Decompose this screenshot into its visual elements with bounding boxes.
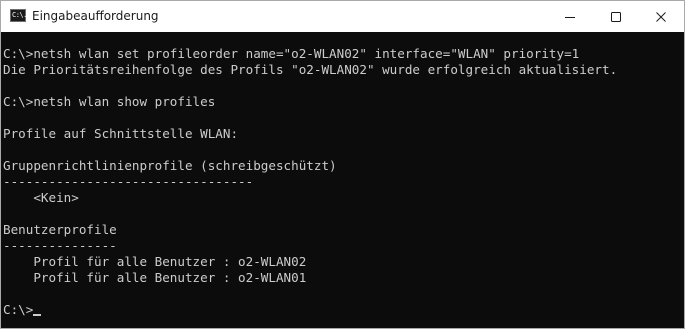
command-prompt-icon: C:\.	[10, 9, 27, 22]
maximize-icon	[611, 11, 621, 22]
console-line: Die Prioritätsreihenfolge des Profils "o…	[3, 62, 618, 77]
console-line: Gruppenrichtlinienprofile (schreibgeschü…	[3, 158, 337, 173]
close-icon	[656, 11, 666, 22]
console-line: Profil für alle Benutzer : o2-WLAN02	[3, 254, 307, 269]
console-lines: C:\>netsh wlan set profileorder name="o2…	[3, 46, 617, 318]
close-button[interactable]	[638, 1, 684, 32]
console-window: C:\. Eingabeaufforderung C:\>netsh wlan …	[0, 0, 685, 329]
console-line: C:\>netsh wlan show profiles	[3, 94, 216, 109]
console-line: ---------------------------------	[3, 174, 254, 189]
console-line: Profil für alle Benutzer : o2-WLAN01	[3, 270, 307, 285]
window-title: Eingabeaufforderung	[32, 9, 159, 23]
console-line: Benutzerprofile	[3, 222, 117, 237]
console-output[interactable]: C:\>netsh wlan set profileorder name="o2…	[1, 32, 684, 328]
prompt-line[interactable]: C:\>	[3, 302, 617, 318]
console-line: <Kein>	[3, 190, 79, 205]
minimize-button[interactable]	[547, 1, 593, 32]
minimize-icon	[565, 16, 575, 18]
maximize-button[interactable]	[593, 1, 639, 32]
console-line: C:\>netsh wlan set profileorder name="o2…	[3, 46, 580, 61]
command-prompt-icon-text: C:\.	[12, 11, 27, 19]
title-bar[interactable]: C:\. Eingabeaufforderung	[1, 1, 684, 32]
console-line: Profile auf Schnittstelle WLAN:	[3, 126, 239, 141]
console-line: ---------------	[3, 238, 117, 253]
prompt: C:\>	[3, 302, 34, 317]
text-cursor	[33, 314, 42, 316]
